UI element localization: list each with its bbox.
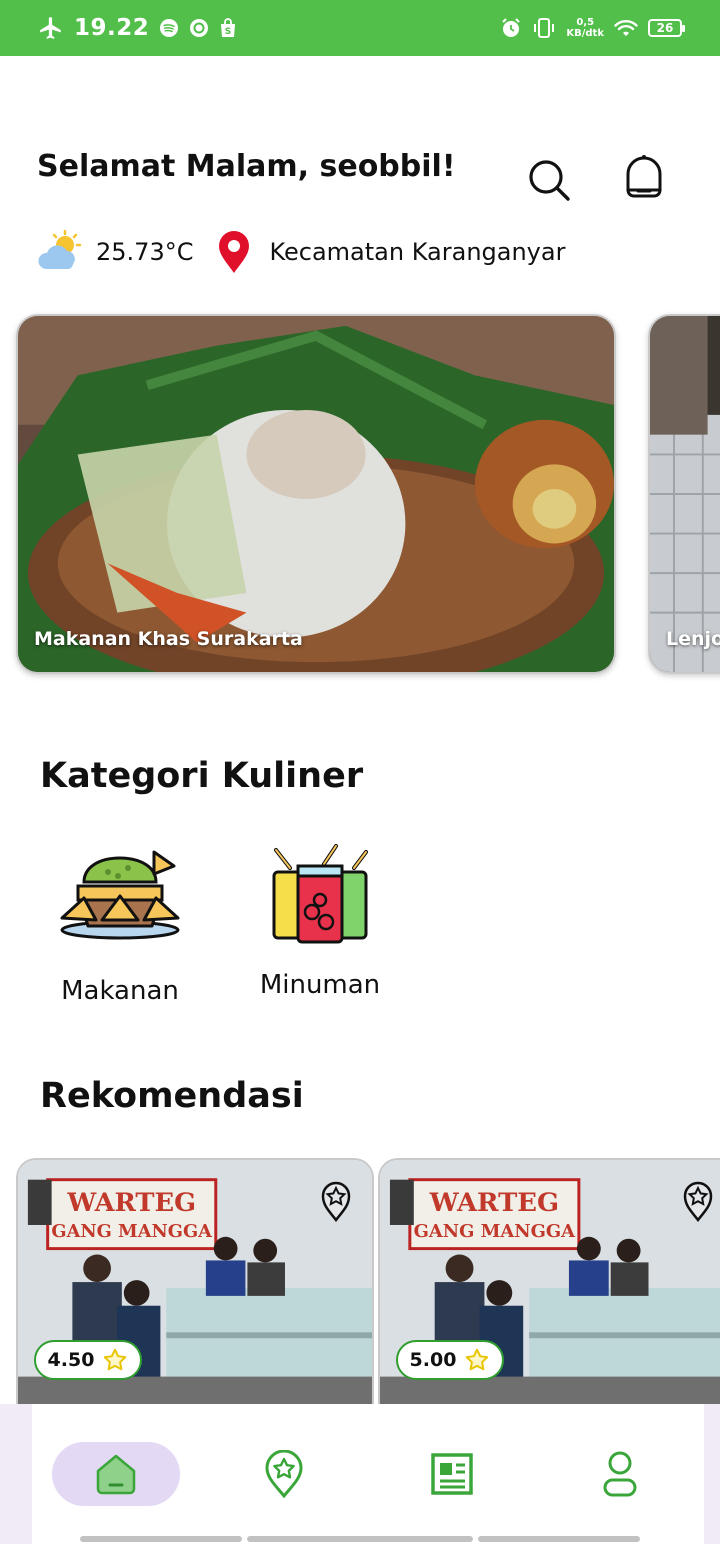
drink-icon xyxy=(272,844,368,944)
gesture-bar-segment xyxy=(478,1536,640,1542)
place-photo xyxy=(650,316,720,672)
category-minuman[interactable]: Minuman xyxy=(252,842,388,1000)
wifi-icon xyxy=(614,20,638,36)
category-label: Makanan xyxy=(61,976,179,1006)
carousel-caption: Lenjongan xyxy=(666,628,720,650)
nav-home[interactable] xyxy=(52,1442,180,1506)
nav-news[interactable] xyxy=(388,1442,516,1506)
app-circle-icon xyxy=(190,19,209,37)
recommendation-card-1[interactable]: WARTEG GANG MANGGA 4.50 xyxy=(16,1158,374,1418)
greeting-title: Selamat Malam, seobbil! xyxy=(37,149,456,184)
nav-explore[interactable] xyxy=(220,1442,348,1506)
category-label: Minuman xyxy=(259,970,381,1000)
bookmark-star-icon[interactable] xyxy=(682,1180,714,1222)
map-pin-icon xyxy=(219,231,250,273)
status-bar: 19.22 S 0,5 KB/dtk 26 xyxy=(0,0,720,56)
food-icon xyxy=(60,850,180,940)
star-icon xyxy=(466,1348,489,1371)
shopping-bag-icon: S xyxy=(221,18,236,37)
rating-badge: 5.00 xyxy=(396,1340,504,1380)
rating-badge: 4.50 xyxy=(34,1340,142,1380)
carousel-caption: Makanan Khas Surakarta xyxy=(34,628,303,650)
recommendation-section-title: Rekomendasi xyxy=(40,1076,304,1116)
svg-text:GANG MANGGA: GANG MANGGA xyxy=(414,1221,577,1242)
svg-text:GANG MANGGA: GANG MANGGA xyxy=(51,1221,212,1242)
svg-text:WARTEG: WARTEG xyxy=(66,1188,196,1218)
battery-indicator: 26 xyxy=(648,19,685,37)
recommendation-card-2[interactable]: WARTEG GANG MANGGA 5.00 xyxy=(378,1158,720,1418)
alarm-icon xyxy=(502,18,521,37)
star-icon xyxy=(104,1348,127,1371)
category-section-title: Kategori Kuliner xyxy=(40,756,364,796)
home-icon xyxy=(96,1454,136,1495)
airplane-icon xyxy=(40,17,61,39)
news-icon xyxy=(431,1453,473,1495)
rating-value: 4.50 xyxy=(47,1349,95,1371)
spotify-icon xyxy=(160,19,179,37)
carousel-card-2[interactable]: Lenjongan xyxy=(648,314,720,674)
category-makanan[interactable]: Makanan xyxy=(52,842,188,1006)
profile-icon xyxy=(603,1451,637,1497)
explore-pin-icon xyxy=(265,1450,303,1498)
vibrate-icon xyxy=(534,18,555,38)
status-time: 19.22 xyxy=(74,15,150,41)
network-speed: 0,5 KB/dtk xyxy=(566,17,604,39)
nav-profile[interactable] xyxy=(556,1442,684,1506)
gesture-bar-segment xyxy=(247,1536,473,1542)
search-icon[interactable] xyxy=(526,157,572,203)
bottom-navigation xyxy=(32,1404,704,1544)
gesture-bar-segment xyxy=(80,1536,242,1542)
svg-text:WARTEG: WARTEG xyxy=(429,1188,559,1218)
svg-text:S: S xyxy=(225,27,231,37)
bookmark-star-icon[interactable] xyxy=(320,1180,352,1222)
food-photo xyxy=(18,316,614,672)
weather-location-row: 25.73°C Kecamatan Karanganyar xyxy=(38,228,565,276)
rating-value: 5.00 xyxy=(409,1349,457,1371)
bell-icon[interactable] xyxy=(620,152,668,204)
carousel-card-1[interactable]: Makanan Khas Surakarta xyxy=(16,314,616,674)
partly-cloudy-icon xyxy=(38,229,82,269)
temperature-value: 25.73°C xyxy=(96,238,194,266)
location-name: Kecamatan Karanganyar xyxy=(269,238,566,266)
